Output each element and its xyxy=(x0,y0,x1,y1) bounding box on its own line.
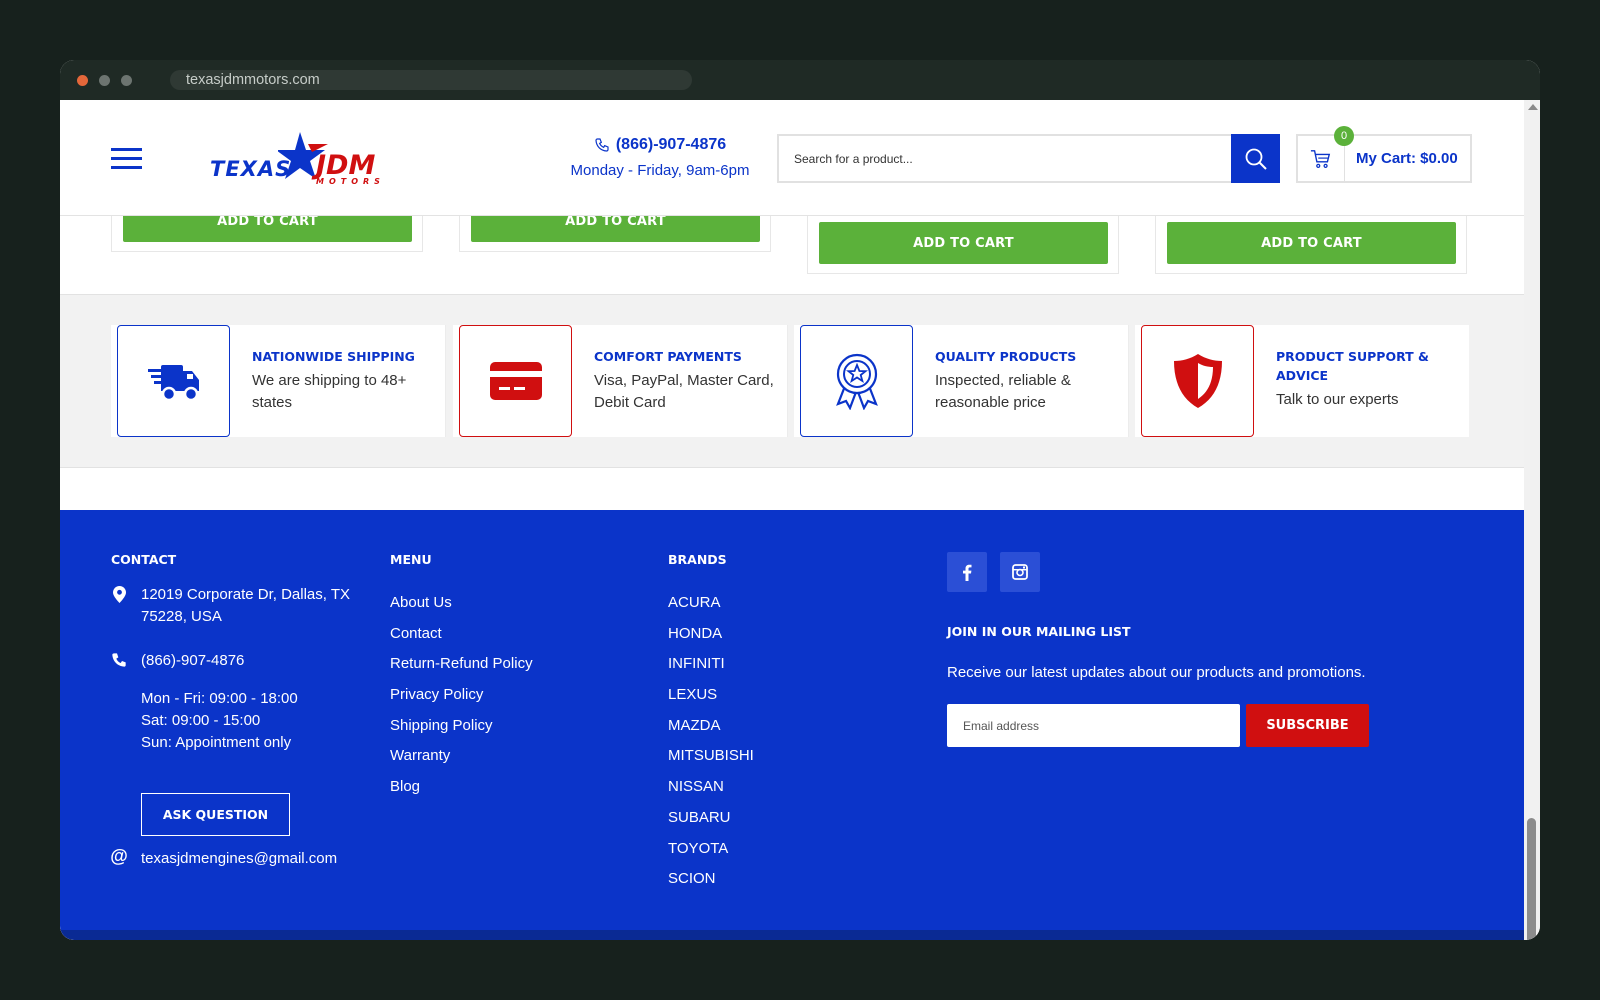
search-input[interactable] xyxy=(779,136,1219,181)
contact-phone: (866)-907-4876 xyxy=(111,650,244,672)
facebook-button[interactable] xyxy=(947,552,987,592)
feature-product-support: PRODUCT SUPPORT & ADVICE Talk to our exp… xyxy=(1135,325,1469,437)
scroll-up-arrow-icon[interactable] xyxy=(1528,104,1538,110)
search-button[interactable] xyxy=(1231,134,1280,183)
feature-title: NATIONWIDE SHIPPING xyxy=(252,349,415,364)
site-logo[interactable]: TEXAS JDM MOTORS xyxy=(210,130,390,186)
close-window-button[interactable] xyxy=(77,75,88,86)
menu-link-about-us[interactable]: About Us xyxy=(390,592,533,623)
feature-text: Talk to our experts xyxy=(1276,391,1399,408)
brand-link-acura[interactable]: ACURA xyxy=(668,592,754,623)
brands-title: BRANDS xyxy=(668,552,727,567)
menu-link-warranty[interactable]: Warranty xyxy=(390,745,533,776)
features-strip: NATIONWIDE SHIPPING We are shipping to 4… xyxy=(60,294,1524,468)
mailing-list-text: Receive our latest updates about our pro… xyxy=(947,664,1366,681)
feature-nationwide-shipping: NATIONWIDE SHIPPING We are shipping to 4… xyxy=(111,325,446,437)
brand-link-subaru[interactable]: SUBARU xyxy=(668,807,754,838)
menu-link-return-refund[interactable]: Return-Refund Policy xyxy=(390,653,533,684)
brand-link-mitsubishi[interactable]: MITSUBISHI xyxy=(668,745,754,776)
brand-link-lexus[interactable]: LEXUS xyxy=(668,684,754,715)
phone-icon xyxy=(112,653,126,667)
contact-title: CONTACT xyxy=(111,552,177,567)
subscribe-button[interactable]: SUBSCRIBE xyxy=(1246,704,1369,747)
credit-card-icon xyxy=(489,362,542,400)
feature-icon-box xyxy=(800,325,913,437)
maximize-window-button[interactable] xyxy=(121,75,132,86)
url-bar[interactable]: texasjdmmotors.com xyxy=(170,70,692,90)
brand-link-toyota[interactable]: TOYOTA xyxy=(668,838,754,869)
hours-weekday: Mon - Fri: 09:00 - 18:00 xyxy=(141,690,298,707)
email-input[interactable] xyxy=(947,704,1240,747)
hours-sunday: Sun: Appointment only xyxy=(141,734,292,751)
feature-text: Visa, PayPal, Master Card, Debit Card xyxy=(594,372,774,411)
location-pin-icon xyxy=(112,586,126,603)
feature-text: We are shipping to 48+ states xyxy=(252,372,407,411)
ask-question-button[interactable]: ASK QUESTION xyxy=(141,793,290,836)
add-to-cart-button[interactable]: ADD TO CART xyxy=(1167,222,1456,264)
page-viewport: ADD TO CART ADD TO CART ADD TO CART ADD … xyxy=(60,100,1524,940)
feature-icon-box xyxy=(117,325,230,437)
brand-link-scion[interactable]: SCION xyxy=(668,868,754,899)
feature-title: PRODUCT SUPPORT & ADVICE xyxy=(1276,349,1429,383)
feature-comfort-payments: COMFORT PAYMENTS Visa, PayPal, Master Ca… xyxy=(453,325,788,437)
logo-text-sub: MOTORS xyxy=(316,177,385,186)
phone-icon xyxy=(595,138,609,152)
feature-text: Inspected, reliable & reasonable price xyxy=(935,372,1071,411)
hours-saturday: Sat: 09:00 - 15:00 xyxy=(141,712,261,729)
at-sign-icon: @ xyxy=(110,846,128,866)
menu-link-contact[interactable]: Contact xyxy=(390,623,533,654)
address-text: 12019 Corporate Dr, Dallas, TX 75228, US… xyxy=(141,586,350,625)
page-scrollbar[interactable] xyxy=(1524,100,1540,940)
menu-title: MENU xyxy=(390,552,432,567)
contact-address: 12019 Corporate Dr, Dallas, TX 75228, US… xyxy=(111,584,366,628)
shopping-cart-icon xyxy=(1310,149,1331,168)
menu-link-privacy[interactable]: Privacy Policy xyxy=(390,684,533,715)
brand-link-nissan[interactable]: NISSAN xyxy=(668,776,754,807)
brand-link-honda[interactable]: HONDA xyxy=(668,623,754,654)
hamburger-menu-icon[interactable] xyxy=(111,148,142,170)
instagram-icon xyxy=(1012,564,1028,580)
footer-brands-list: ACURA HONDA INFINITI LEXUS MAZDA MITSUBI… xyxy=(668,592,754,899)
cart-total-label[interactable]: My Cart: $0.00 xyxy=(1356,150,1458,167)
menu-link-blog[interactable]: Blog xyxy=(390,776,533,807)
award-ribbon-icon xyxy=(835,353,878,410)
brand-link-mazda[interactable]: MAZDA xyxy=(668,715,754,746)
menu-link-shipping[interactable]: Shipping Policy xyxy=(390,715,533,746)
title-bar: texasjdmmotors.com xyxy=(60,60,1540,100)
footer-phone-link[interactable]: (866)-907-4876 xyxy=(141,650,244,672)
shield-icon xyxy=(1173,354,1222,408)
logo-text-main: TEXAS xyxy=(210,157,292,181)
cart-widget[interactable]: 0 My Cart: $0.00 xyxy=(1296,126,1472,183)
footer-bottom-bar xyxy=(60,930,1524,940)
search-icon xyxy=(1245,148,1267,170)
scrollbar-thumb[interactable] xyxy=(1527,818,1536,940)
header-hours: Monday - Friday, 9am-6pm xyxy=(570,162,750,179)
cart-icon-box[interactable]: 0 xyxy=(1298,126,1354,181)
feature-quality-products: QUALITY PRODUCTS Inspected, reliable & r… xyxy=(794,325,1129,437)
truck-icon xyxy=(147,365,199,402)
header-phone-link[interactable]: (866)-907-4876 xyxy=(616,136,726,154)
facebook-icon xyxy=(963,564,972,581)
cart-count-badge: 0 xyxy=(1334,126,1354,146)
footer-email-link[interactable]: texasjdmengines@gmail.com xyxy=(141,848,337,870)
feature-title: QUALITY PRODUCTS xyxy=(935,349,1077,364)
feature-icon-box xyxy=(1141,325,1254,437)
mailing-list-title: JOIN IN OUR MAILING LIST xyxy=(947,624,1131,639)
minimize-window-button[interactable] xyxy=(99,75,110,86)
feature-icon-box xyxy=(459,325,572,437)
feature-title: COMFORT PAYMENTS xyxy=(594,349,742,364)
contact-email: @ texasjdmengines@gmail.com xyxy=(110,846,337,870)
site-header: TEXAS JDM MOTORS (866)-907-4876 Monday -… xyxy=(60,100,1524,216)
brand-link-infiniti[interactable]: INFINITI xyxy=(668,653,754,684)
browser-window: texasjdmmotors.com ADD TO CART ADD TO CA… xyxy=(60,60,1540,940)
add-to-cart-button[interactable]: ADD TO CART xyxy=(819,222,1108,264)
instagram-button[interactable] xyxy=(1000,552,1040,592)
search-box xyxy=(777,134,1271,183)
site-footer: CONTACT 12019 Corporate Dr, Dallas, TX 7… xyxy=(60,510,1524,930)
footer-menu-list: About Us Contact Return-Refund Policy Pr… xyxy=(390,592,533,807)
header-contact: (866)-907-4876 Monday - Friday, 9am-6pm xyxy=(560,136,760,179)
